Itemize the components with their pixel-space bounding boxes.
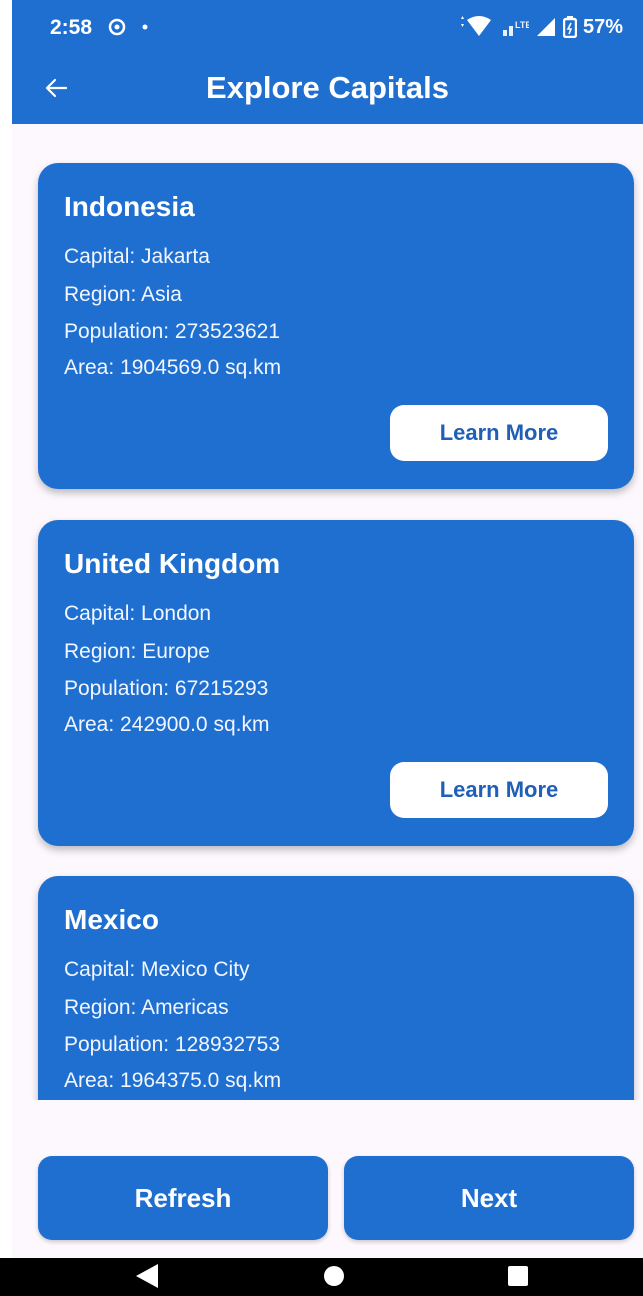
country-population: Population: 67215293 <box>64 677 269 700</box>
country-region: Region: Asia <box>64 283 182 306</box>
next-button[interactable]: Next <box>344 1156 634 1240</box>
country-population: Population: 128932753 <box>64 1033 281 1056</box>
country-capital: Capital: London <box>64 602 212 625</box>
app-bar: 2:58 LTE 57% Explore Capitals <box>12 0 643 124</box>
status-indicators: LTE 57% <box>457 14 623 40</box>
country-capital: Capital: Jakarta <box>64 245 210 268</box>
refresh-button[interactable]: Refresh <box>38 1156 328 1240</box>
cell-signal-icon <box>536 18 555 36</box>
notification-icon <box>108 18 126 36</box>
country-list[interactable]: Indonesia Capital: Jakarta Region: Asia … <box>12 124 643 1100</box>
wifi-icon <box>460 16 491 36</box>
country-area: Area: 242900.0 sq.km <box>64 713 270 736</box>
country-region: Region: Americas <box>64 996 229 1019</box>
country-name: Mexico <box>64 904 159 935</box>
country-area: Area: 1904569.0 sq.km <box>64 356 282 379</box>
network-label: LTE <box>515 20 529 30</box>
country-name: United Kingdom <box>64 548 281 579</box>
nav-home-icon[interactable] <box>324 1266 344 1286</box>
battery-percent: 57% <box>582 15 623 38</box>
page-title: Explore Capitals <box>206 70 449 105</box>
country-name: Indonesia <box>64 191 195 222</box>
country-capital: Capital: Mexico City <box>64 958 250 981</box>
battery-icon <box>562 16 577 38</box>
country-population: Population: 273523621 <box>64 320 281 343</box>
country-area: Area: 1964375.0 sq.km <box>64 1069 282 1092</box>
dot-icon <box>142 24 148 30</box>
app-screen: 2:58 LTE 57% Explore Capitals Indonesia … <box>12 0 643 1296</box>
learn-more-button[interactable]: Learn More <box>390 762 608 818</box>
status-time: 2:58 <box>50 16 93 39</box>
country-card-indonesia: Indonesia Capital: Jakarta Region: Asia … <box>38 163 634 489</box>
nav-recents-icon[interactable] <box>508 1266 528 1286</box>
country-card-united-kingdom: United Kingdom Capital: London Region: E… <box>38 520 634 846</box>
signal-lte-icon: LTE <box>502 20 529 36</box>
country-region: Region: Europe <box>64 640 210 663</box>
nav-back-icon[interactable] <box>136 1264 158 1288</box>
status-bar: 2:58 LTE 57% <box>12 0 643 56</box>
learn-more-button[interactable]: Learn More <box>390 405 608 461</box>
system-nav-bar <box>0 1258 643 1296</box>
country-card-mexico: Mexico Capital: Mexico City Region: Amer… <box>38 876 634 1100</box>
